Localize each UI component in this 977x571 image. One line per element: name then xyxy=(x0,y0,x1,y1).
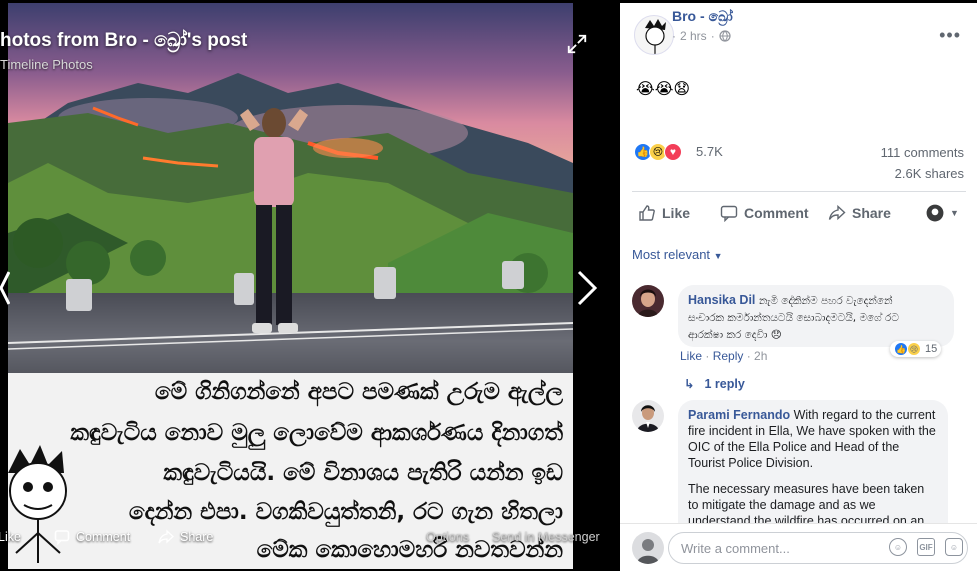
bullet: · xyxy=(710,29,715,43)
viewer-share-label: Share xyxy=(180,530,214,544)
share-button[interactable]: Share xyxy=(828,204,891,222)
thumbs-up-icon xyxy=(639,205,655,221)
reaction-icons[interactable]: 👍 😢 ♥ xyxy=(634,143,682,161)
reactions-summary: 👍 😢 ♥ 5.7K 111 comments 2.6K shares xyxy=(634,143,964,181)
reactions-count[interactable]: 5.7K xyxy=(696,144,723,159)
comment-like-link[interactable]: Like xyxy=(680,349,702,363)
commenter-avatar[interactable] xyxy=(632,285,664,317)
caption-line: කඳුවැටිය නොව මුලු ලොවේම ආකර්ශණය දිනාගත් xyxy=(70,420,563,446)
audience-selector[interactable]: ▼ xyxy=(926,204,959,222)
comment-reactions[interactable]: 👍 😢 15 xyxy=(890,341,942,357)
viewer-comment-button[interactable]: Comment xyxy=(54,529,130,545)
like-button[interactable]: Like xyxy=(638,204,690,222)
viewer-title: hotos from Bro - ඛ්‍රෝ's post xyxy=(0,30,248,51)
share-arrow-icon xyxy=(158,529,174,544)
globe-icon[interactable] xyxy=(719,30,731,42)
composer-icons: ☺ GIF ☺ xyxy=(889,538,963,556)
photo[interactable]: මේ ගිනිගන්නේ අපට පමණක් උරුම ඇල්ල කඳුවැටි… xyxy=(8,3,573,569)
comments-count[interactable]: 111 comments xyxy=(881,145,964,160)
expand-icon[interactable] xyxy=(566,33,588,55)
avatar-image xyxy=(632,532,664,564)
viewer-like-button[interactable]: Like xyxy=(0,530,21,544)
commenter-name[interactable]: Hansika Dil xyxy=(688,293,755,307)
view-replies-label: 1 reply xyxy=(704,376,745,391)
caption-line: මේ ගිනිගන්නේ අපට පමණක් උරුම ඇල්ල xyxy=(154,379,563,405)
share-arrow-icon xyxy=(828,204,846,221)
post-body: 😭😭😧 xyxy=(636,81,691,98)
share-label: Share xyxy=(852,205,891,221)
post-author[interactable]: Bro - ඛ්‍රෝ xyxy=(672,8,733,25)
like-label: Like xyxy=(662,205,691,221)
viewer-subtitle[interactable]: Timeline Photos xyxy=(0,57,93,72)
post-panel: Bro - ඛ්‍රෝ · 2 hrs · ••• 😭😭😧 👍 😢 ♥ 5.7K… xyxy=(620,3,977,571)
sticker-icon[interactable]: ☺ xyxy=(945,538,963,556)
caption-line: දෙන්න එපා. වගකිවයුත්තනි, රට ගැන හිතලා xyxy=(128,499,563,525)
road-post xyxy=(502,261,524,289)
photo-viewer: මේ ගිනිගන්නේ අපට පමණක් උරුම ඇල්ල කඳුවැටි… xyxy=(0,0,620,571)
page-avatar-icon xyxy=(926,204,944,222)
bullet: · xyxy=(672,29,676,43)
speech-bubble-icon xyxy=(54,530,70,545)
more-options-icon[interactable]: ••• xyxy=(939,25,961,46)
love-reaction-icon: ♥ xyxy=(664,143,682,161)
send-in-messenger-label: Send in Messenger xyxy=(492,530,600,544)
avatar-image xyxy=(632,285,664,317)
chevron-right-icon[interactable] xyxy=(575,268,599,308)
caret-down-icon: ▼ xyxy=(713,251,723,261)
comment-button[interactable]: Comment xyxy=(720,204,809,222)
current-user-avatar[interactable] xyxy=(632,532,664,564)
gif-icon[interactable]: GIF xyxy=(917,538,935,556)
caret-down-icon: ▼ xyxy=(950,208,959,218)
meme-face-graphic xyxy=(8,445,67,563)
comment-text: The necessary measures have been taken t… xyxy=(688,482,925,528)
post-header xyxy=(634,15,674,55)
comment-composer: Write a comment... ☺ GIF ☺ xyxy=(620,523,977,571)
viewer-options-button[interactable]: Options xyxy=(426,530,469,544)
viewer-options-label: Options xyxy=(426,530,470,544)
comment-text: සංචාරක කර්මාන්තයටයි සොබාදමටයි, මගේ රට xyxy=(688,312,899,324)
sort-label: Most relevant xyxy=(632,247,711,262)
avatar-image xyxy=(632,400,664,432)
caption-line: කඳුවැටියයි. මේ විනාශය පැතිරි යන්න ඉඩ xyxy=(163,460,563,486)
viewer-share-button[interactable]: Share xyxy=(158,529,213,545)
comment-text: නැමි දේකින්ම පහර වැදෙන්නේ xyxy=(758,295,893,307)
view-replies-link[interactable]: ↳ 1 reply xyxy=(684,376,745,392)
post-action-bar: Like Comment Share ▼ xyxy=(632,191,966,233)
comment-reply-link[interactable]: Reply xyxy=(713,349,744,363)
smiley-icon[interactable]: ☺ xyxy=(889,538,907,556)
speech-bubble-icon xyxy=(720,205,738,222)
comment-bubble: Parami Fernando With regard to the curre… xyxy=(678,400,948,540)
post-meta: · 2 hrs · xyxy=(672,29,731,43)
comment-time[interactable]: 2h xyxy=(754,349,767,363)
viewer-like-label: Like xyxy=(0,530,21,544)
comment-text: ආරක්ෂා කර දෙවිා 😞 xyxy=(688,329,782,341)
commenter-avatar[interactable] xyxy=(632,400,664,432)
chevron-left-icon[interactable] xyxy=(0,268,10,308)
shares-count[interactable]: 2.6K shares xyxy=(895,166,964,181)
comment-meta: Like · Reply · 2h xyxy=(680,349,768,363)
sort-comments-dropdown[interactable]: Most relevant ▼ xyxy=(632,247,723,262)
like-reaction-icon: 👍 xyxy=(894,342,908,356)
comment-reaction-count: 15 xyxy=(925,343,938,355)
reply-arrow-icon: ↳ xyxy=(684,377,695,391)
road-post xyxy=(374,267,396,299)
photo-person xyxy=(240,108,308,333)
commenter-name[interactable]: Parami Fernando xyxy=(688,408,790,422)
road-post xyxy=(66,279,92,311)
viewer-comment-label: Comment xyxy=(76,530,131,544)
avatar-image xyxy=(645,19,666,54)
comment-bubble: Hansika Dil නැමි දේකින්ම පහර වැදෙන්නේ සං… xyxy=(678,285,954,347)
comment-label: Comment xyxy=(744,205,809,221)
sad-reaction-icon: 😢 xyxy=(907,342,921,356)
send-in-messenger-button[interactable]: Send in Messenger xyxy=(492,530,600,544)
author-avatar[interactable] xyxy=(634,15,674,55)
post-time[interactable]: 2 hrs xyxy=(680,29,707,43)
